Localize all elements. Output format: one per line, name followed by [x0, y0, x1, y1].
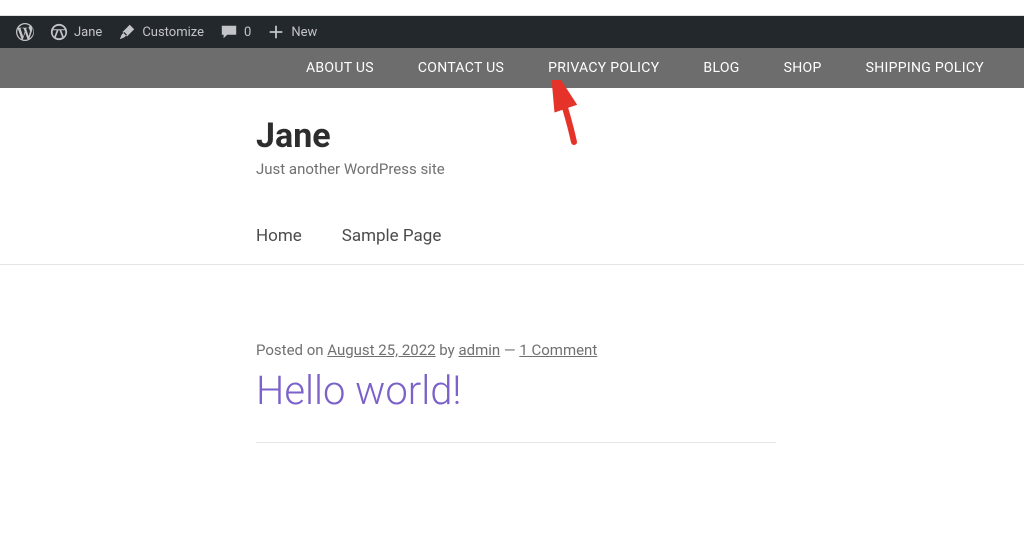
page-nav-sample-page[interactable]: Sample Page: [342, 226, 442, 246]
page-nav-home[interactable]: Home: [256, 226, 302, 246]
post-meta: Posted on August 25, 2022 by admin — 1 C…: [256, 341, 1024, 359]
site-title[interactable]: Jane: [256, 116, 1024, 156]
admin-bar-customize[interactable]: Customize: [110, 16, 212, 48]
wp-admin-bar: Jane Customize 0 New: [0, 16, 1024, 48]
admin-bar-comments[interactable]: 0: [212, 16, 259, 48]
post-meta-by: by: [436, 341, 459, 359]
comment-icon: [220, 23, 238, 41]
browser-chrome-strip: [0, 0, 1024, 16]
post: Posted on August 25, 2022 by admin — 1 C…: [256, 265, 1024, 443]
nav-blog[interactable]: BLOG: [703, 60, 739, 76]
wp-logo[interactable]: [8, 16, 42, 48]
post-meta-sep: —: [500, 341, 519, 359]
primary-nav: ABOUT US CONTACT US PRIVACY POLICY BLOG …: [0, 48, 1024, 88]
site-content: Jane Just another WordPress site Home Sa…: [0, 88, 1024, 443]
post-date-link[interactable]: August 25, 2022: [327, 341, 435, 359]
post-comments-link[interactable]: 1 Comment: [519, 341, 597, 359]
brush-icon: [118, 23, 136, 41]
nav-shipping-policy[interactable]: SHIPPING POLICY: [866, 60, 984, 76]
admin-bar-customize-label: Customize: [142, 25, 204, 40]
post-author-link[interactable]: admin: [458, 341, 500, 359]
nav-shop[interactable]: SHOP: [784, 60, 822, 76]
nav-privacy-policy[interactable]: PRIVACY POLICY: [548, 60, 659, 76]
dashboard-icon: [50, 23, 68, 41]
admin-bar-site[interactable]: Jane: [42, 16, 110, 48]
post-meta-prefix: Posted on: [256, 341, 327, 359]
admin-bar-new[interactable]: New: [259, 16, 325, 48]
nav-about-us[interactable]: ABOUT US: [306, 60, 374, 76]
plus-icon: [267, 23, 285, 41]
admin-bar-site-label: Jane: [74, 25, 102, 40]
wordpress-icon: [16, 23, 34, 41]
post-title-link[interactable]: Hello world!: [256, 367, 1024, 414]
post-divider: [256, 442, 776, 443]
admin-bar-new-label: New: [291, 25, 317, 40]
page-nav: Home Sample Page: [256, 226, 1024, 246]
site-tagline: Just another WordPress site: [256, 160, 1024, 178]
nav-contact-us[interactable]: CONTACT US: [418, 60, 504, 76]
admin-bar-comment-count: 0: [244, 25, 251, 40]
